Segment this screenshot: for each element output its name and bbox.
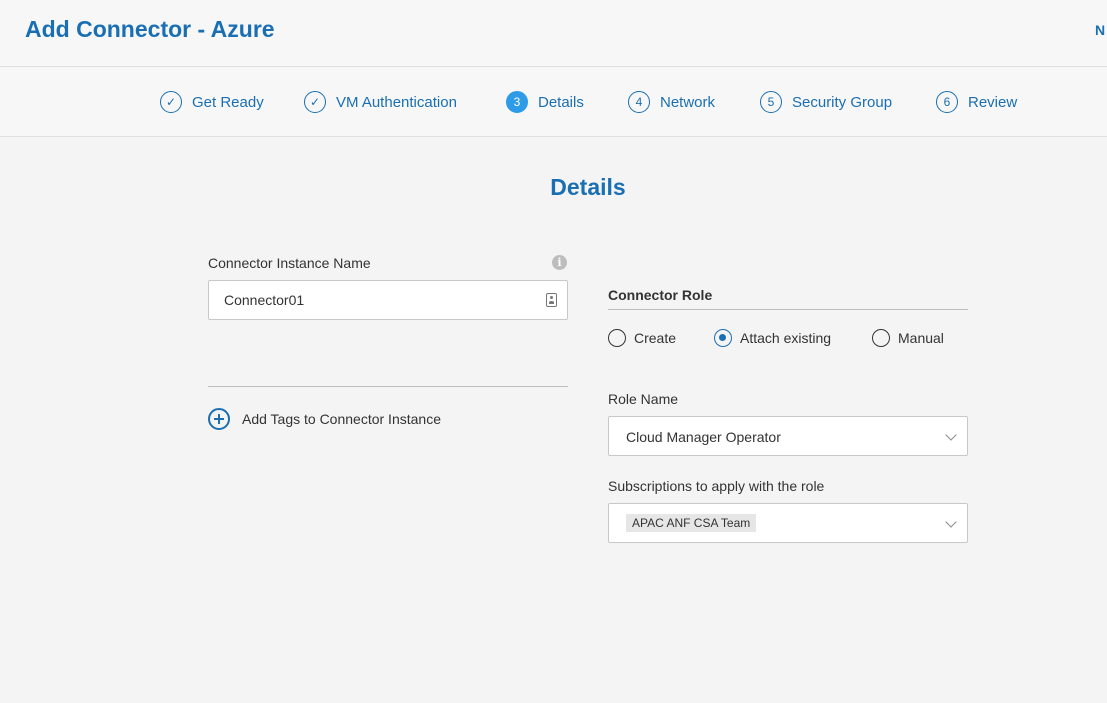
step-details[interactable]: 3 Details	[506, 89, 584, 115]
page-header: Add Connector - Azure N	[0, 0, 1107, 67]
step-label: Review	[968, 93, 1018, 111]
radio-label: Create	[634, 330, 677, 346]
page-title: Add Connector - Azure	[25, 16, 275, 42]
chevron-down-icon	[945, 516, 957, 528]
step-label: Security Group	[792, 93, 893, 111]
radio-icon	[608, 329, 626, 347]
radio-selected-icon	[714, 329, 732, 347]
instance-name-label: Connector Instance Name	[208, 255, 371, 271]
header-corner-text[interactable]: N	[1095, 22, 1105, 38]
check-icon: ✓	[304, 91, 326, 113]
plus-circle-icon	[208, 408, 230, 430]
radio-create[interactable]: Create	[608, 329, 676, 347]
radio-label: Attach existing	[740, 330, 832, 346]
step-vm-authentication[interactable]: ✓ VM Authentication	[304, 89, 457, 115]
connector-role-title: Connector Role	[608, 287, 713, 303]
radio-icon	[872, 329, 890, 347]
subscriptions-select[interactable]: APAC ANF CSA Team	[608, 503, 968, 543]
step-number: 4	[628, 91, 650, 113]
wizard-steps: ✓ Get Ready ✓ VM Authentication 3 Detail…	[0, 67, 1107, 137]
check-icon: ✓	[160, 91, 182, 113]
section-heading: Details	[550, 174, 626, 200]
instance-name-input[interactable]: Connector01	[208, 280, 568, 320]
add-tags-label: Add Tags to Connector Instance	[242, 411, 441, 427]
add-tags-button[interactable]: Add Tags to Connector Instance	[208, 408, 441, 430]
step-number: 5	[760, 91, 782, 113]
role-name-select[interactable]: Cloud Manager Operator	[608, 416, 968, 456]
step-security-group[interactable]: 5 Security Group	[760, 89, 892, 115]
chevron-down-icon	[945, 429, 957, 441]
role-name-label: Role Name	[608, 391, 679, 407]
contact-card-icon[interactable]	[546, 293, 557, 307]
step-get-ready[interactable]: ✓ Get Ready	[160, 89, 264, 115]
step-label: Network	[660, 93, 716, 111]
step-number: 6	[936, 91, 958, 113]
role-name-value: Cloud Manager Operator	[626, 429, 781, 445]
divider	[608, 309, 968, 310]
radio-label: Manual	[898, 330, 944, 346]
subscription-chip: APAC ANF CSA Team	[626, 514, 757, 532]
step-label: Get Ready	[192, 93, 264, 111]
step-network[interactable]: 4 Network	[628, 89, 715, 115]
step-number: 3	[506, 91, 528, 113]
subscriptions-label: Subscriptions to apply with the role	[608, 478, 825, 494]
radio-manual[interactable]: Manual	[872, 329, 944, 347]
step-label: Details	[538, 93, 584, 111]
step-label: VM Authentication	[336, 93, 457, 111]
info-icon[interactable]: i	[552, 255, 567, 270]
radio-attach-existing[interactable]: Attach existing	[714, 329, 831, 347]
instance-name-value: Connector01	[224, 292, 305, 308]
step-review[interactable]: 6 Review	[936, 89, 1017, 115]
divider	[208, 386, 568, 387]
